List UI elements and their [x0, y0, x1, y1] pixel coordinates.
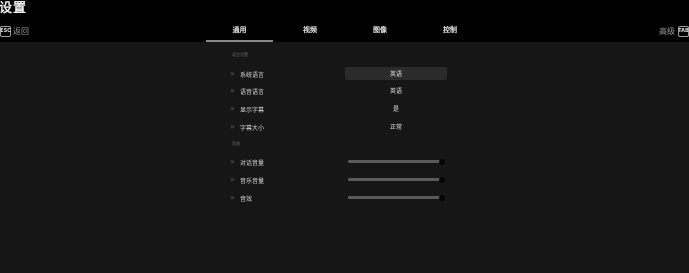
double-chevron-right-icon: »	[230, 86, 235, 95]
settings-row-system-language: » 系统语言 英语	[230, 67, 460, 80]
double-chevron-right-icon: »	[230, 157, 235, 166]
setting-label: 对话音量	[240, 160, 265, 167]
slider-handle[interactable]	[439, 194, 445, 201]
settings-row-dialogue-volume: » 对话音量	[230, 155, 460, 168]
audio-section-heading: 音频	[232, 141, 240, 146]
double-chevron-right-icon: »	[230, 193, 235, 202]
settings-row-sfx-volume: » 音效	[230, 191, 460, 204]
system-language-selector[interactable]: 英语	[345, 67, 447, 80]
esc-key-icon: ESC	[0, 25, 11, 37]
setting-label: 音乐音量	[240, 178, 265, 185]
settings-row-subtitle-size: » 字幕大小 正常	[230, 120, 460, 133]
tab-controls[interactable]: 控制	[430, 25, 470, 35]
slider-fill	[348, 178, 442, 181]
voice-language-selector[interactable]: 英语	[345, 84, 447, 97]
subtitle-size-selector[interactable]: 正常	[345, 120, 447, 133]
settings-row-music-volume: » 音乐音量	[230, 173, 460, 186]
sfx-volume-slider[interactable]	[348, 194, 445, 201]
advanced-label: 高级	[659, 26, 675, 36]
double-chevron-right-icon: »	[230, 104, 235, 113]
setting-label: 音效	[240, 196, 253, 203]
slider-fill	[348, 160, 442, 163]
dialogue-volume-slider[interactable]	[348, 158, 445, 165]
setting-label: 显示字幕	[240, 107, 265, 114]
back-label: 返回	[13, 26, 29, 36]
back-button[interactable]: ESC 返回	[0, 25, 29, 37]
tab-general[interactable]: 通用	[206, 25, 273, 35]
setting-label: 语音语言	[240, 89, 265, 96]
slider-handle[interactable]	[439, 176, 445, 183]
setting-label: 系统语言	[240, 72, 265, 79]
settings-row-voice-language: » 语音语言 英语	[230, 84, 460, 97]
setting-label: 字幕大小	[240, 125, 265, 132]
slider-fill	[348, 196, 442, 199]
settings-row-show-subtitles: » 显示字幕 是	[230, 102, 460, 115]
active-tab-indicator	[206, 40, 273, 42]
tab-video[interactable]: 视频	[290, 25, 330, 35]
advanced-button[interactable]: 高级 TAB	[659, 25, 689, 37]
slider-handle[interactable]	[439, 158, 445, 165]
show-subtitles-selector[interactable]: 是	[345, 102, 447, 115]
page-title: 设置	[0, 1, 28, 16]
top-bar: 设置 ESC 返回 通用 视频 图像 控制 高级 TAB	[0, 0, 689, 42]
double-chevron-right-icon: »	[230, 69, 235, 78]
language-section-heading: 语言设置	[232, 52, 248, 57]
tab-graphics[interactable]: 图像	[360, 25, 400, 35]
music-volume-slider[interactable]	[348, 176, 445, 183]
double-chevron-right-icon: »	[230, 122, 235, 131]
tab-key-icon: TAB	[678, 25, 689, 37]
double-chevron-right-icon: »	[230, 175, 235, 184]
